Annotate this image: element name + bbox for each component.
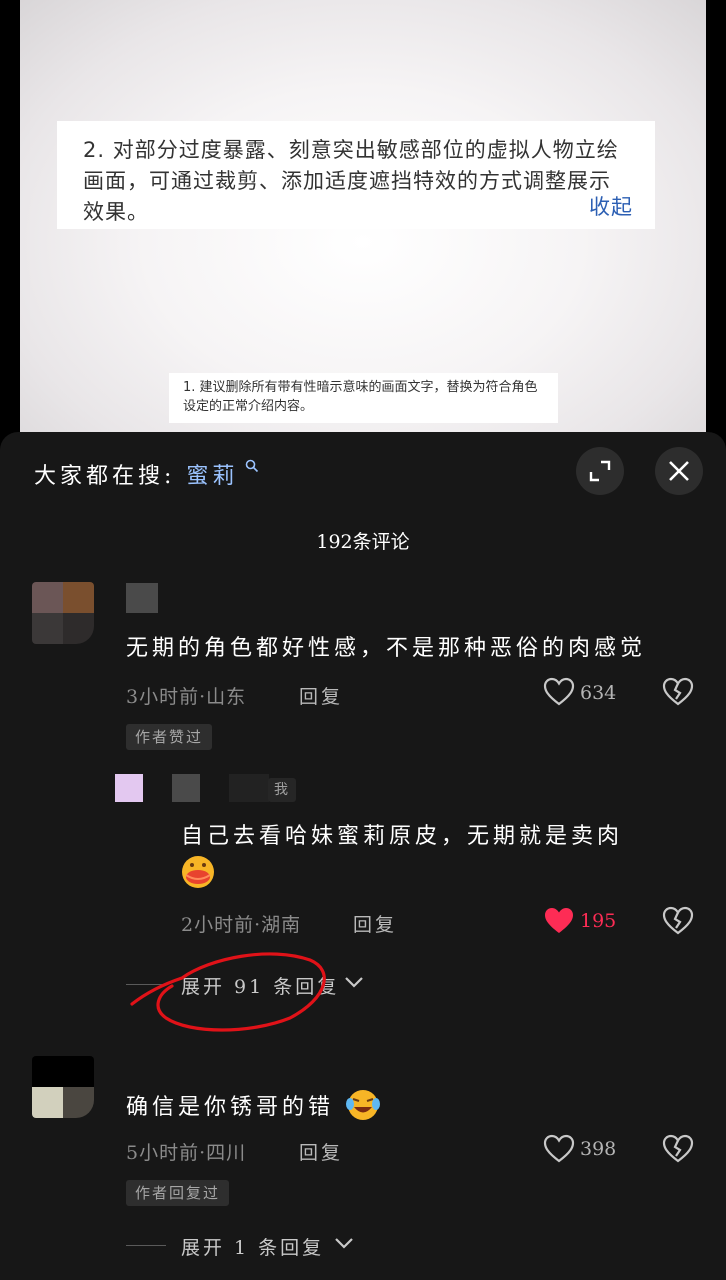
overlay-collapse-link[interactable]: 收起 bbox=[589, 192, 633, 223]
like-count: 195 bbox=[580, 910, 617, 932]
heart-icon bbox=[543, 677, 575, 706]
expand-icon bbox=[589, 460, 611, 482]
like-button[interactable] bbox=[543, 906, 575, 940]
dislike-button[interactable] bbox=[662, 677, 694, 711]
like-count: 398 bbox=[580, 1138, 617, 1160]
like-button[interactable] bbox=[543, 1134, 575, 1168]
search-prefix: 大家都在搜: bbox=[34, 464, 176, 489]
avatar[interactable] bbox=[32, 1056, 94, 1118]
comment-text: 确信是你锈哥的错 bbox=[126, 1088, 381, 1128]
broken-heart-icon bbox=[662, 1134, 694, 1163]
author-liked-badge: 作者赞过 bbox=[126, 724, 213, 750]
heart-icon bbox=[543, 1134, 575, 1163]
emoji-mouth-icon bbox=[179, 853, 217, 893]
expand-replies-label: 展开 91 条回复 bbox=[181, 976, 340, 998]
comment-text-body: 确信是你锈哥的错 bbox=[126, 1095, 335, 1120]
me-tag: 我 bbox=[268, 778, 296, 802]
reply-button[interactable]: 回复 bbox=[353, 910, 397, 937]
expand-divider bbox=[126, 984, 166, 985]
comment-text: 无期的角色都好性感，不是那种恶俗的肉感觉 bbox=[126, 636, 647, 661]
chevron-down-icon bbox=[333, 1235, 355, 1255]
avatar[interactable] bbox=[32, 582, 94, 644]
comments-panel: 大家都在搜: 蜜莉 192条评论 无期的角色都好性感，不是那种恶俗的肉感觉 3小… bbox=[0, 432, 726, 1280]
dislike-button[interactable] bbox=[662, 1134, 694, 1168]
video-caption: 1. 建议删除所有带有性暗示意味的画面文字，替换为符合角色设定的正常介绍内容。 bbox=[169, 373, 558, 423]
overlay-text: 2. 对部分过度暴露、刻意突出敏感部位的虚拟人物立绘画面，可通过裁剪、添加适度遮… bbox=[83, 138, 619, 224]
chevron-down-icon bbox=[343, 974, 365, 994]
like-count: 634 bbox=[580, 682, 617, 704]
dislike-button[interactable] bbox=[662, 906, 694, 940]
search-icon bbox=[236, 459, 258, 477]
comment-meta: 3小时前·山东 bbox=[126, 686, 247, 708]
broken-heart-icon bbox=[662, 677, 694, 706]
comment-count: 192条评论 bbox=[316, 531, 410, 553]
video-player[interactable]: 2. 对部分过度暴露、刻意突出敏感部位的虚拟人物立绘画面，可通过裁剪、添加适度遮… bbox=[0, 0, 726, 440]
video-overlay-text-box: 2. 对部分过度暴露、刻意突出敏感部位的虚拟人物立绘画面，可通过裁剪、添加适度遮… bbox=[57, 121, 655, 229]
search-keyword[interactable]: 蜜莉 bbox=[186, 464, 238, 489]
comment-meta: 5小时前·四川 bbox=[126, 1142, 247, 1164]
expand-divider bbox=[126, 1245, 166, 1246]
broken-heart-icon bbox=[662, 906, 694, 935]
reply-target-redacted bbox=[229, 774, 269, 802]
heart-icon bbox=[545, 908, 573, 933]
expand-button[interactable] bbox=[576, 447, 624, 495]
username-redacted[interactable] bbox=[126, 583, 158, 613]
reply-meta: 2小时前·湖南 bbox=[181, 914, 302, 936]
author-replied-badge: 作者回复过 bbox=[126, 1180, 230, 1206]
search-suggestion[interactable]: 大家都在搜: 蜜莉 bbox=[34, 458, 261, 490]
reply-button[interactable]: 回复 bbox=[299, 682, 343, 709]
username-redacted[interactable] bbox=[172, 774, 200, 802]
like-button[interactable] bbox=[543, 677, 575, 711]
close-icon bbox=[669, 461, 689, 481]
reply-text: 自己去看哈妹蜜莉原皮，无期就是卖肉 bbox=[181, 824, 624, 849]
close-button[interactable] bbox=[655, 447, 703, 495]
laughing-crying-emoji-icon bbox=[345, 1088, 381, 1128]
expand-replies-label: 展开 1 条回复 bbox=[181, 1237, 325, 1259]
reply-button[interactable]: 回复 bbox=[299, 1138, 343, 1165]
avatar[interactable] bbox=[115, 774, 143, 802]
